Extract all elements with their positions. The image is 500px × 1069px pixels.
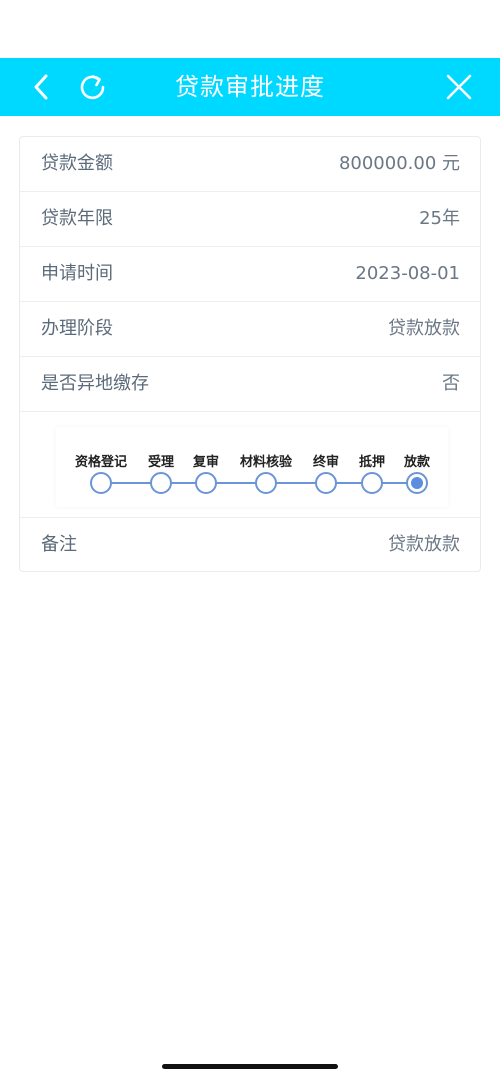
close-button[interactable] <box>438 58 480 116</box>
step-label: 复审 <box>192 455 220 470</box>
detail-value: 否 <box>442 373 460 394</box>
detail-label: 贷款年限 <box>41 208 113 229</box>
detail-row-remote-deposit: 是否异地缴存 否 <box>20 357 480 412</box>
step-label: 终审 <box>312 455 340 470</box>
progress-steps: 资格登记 受理 复审 材料核验 终审 抵押 放款 <box>56 427 448 507</box>
detail-label: 是否异地缴存 <box>41 373 149 394</box>
step-node <box>90 472 112 494</box>
step-label: 放款 <box>403 455 431 470</box>
step-label: 材料核验 <box>239 455 293 470</box>
page-title: 贷款审批进度 <box>175 73 325 101</box>
detail-row-amount: 贷款金额 800000.00 元 <box>20 137 480 192</box>
detail-row-apply-time: 申请时间 2023-08-01 <box>20 247 480 302</box>
detail-row-remark: 备注 贷款放款 <box>20 518 480 573</box>
detail-value: 2023-08-01 <box>355 263 460 284</box>
home-indicator <box>162 1064 338 1069</box>
nav-bar: 贷款审批进度 <box>0 58 500 116</box>
step-node <box>255 472 277 494</box>
loan-detail-card: 贷款金额 800000.00 元 贷款年限 25年 申请时间 2023-08-0… <box>19 136 481 572</box>
remark-label: 备注 <box>41 534 77 555</box>
chevron-left-icon <box>34 74 48 100</box>
step-node <box>315 472 337 494</box>
detail-value: 25年 <box>419 208 460 229</box>
step-node <box>150 472 172 494</box>
detail-row-stage: 办理阶段 贷款放款 <box>20 302 480 357</box>
close-icon <box>446 74 472 100</box>
step-label: 抵押 <box>358 455 386 470</box>
progress-section: 资格登记 受理 复审 材料核验 终审 抵押 放款 <box>20 411 480 518</box>
step-node <box>361 472 383 494</box>
back-button[interactable] <box>22 58 62 116</box>
remark-value: 贷款放款 <box>388 534 460 555</box>
status-bar <box>0 0 500 58</box>
detail-label: 申请时间 <box>41 263 113 284</box>
detail-label: 贷款金额 <box>41 153 113 174</box>
step-node <box>195 472 217 494</box>
detail-label: 办理阶段 <box>41 318 113 339</box>
step-label: 受理 <box>147 455 175 470</box>
detail-row-term: 贷款年限 25年 <box>20 192 480 247</box>
detail-value: 贷款放款 <box>388 318 460 339</box>
step-node-current-dot <box>411 477 423 489</box>
detail-value: 800000.00 元 <box>338 153 460 174</box>
step-label: 资格登记 <box>74 455 128 470</box>
